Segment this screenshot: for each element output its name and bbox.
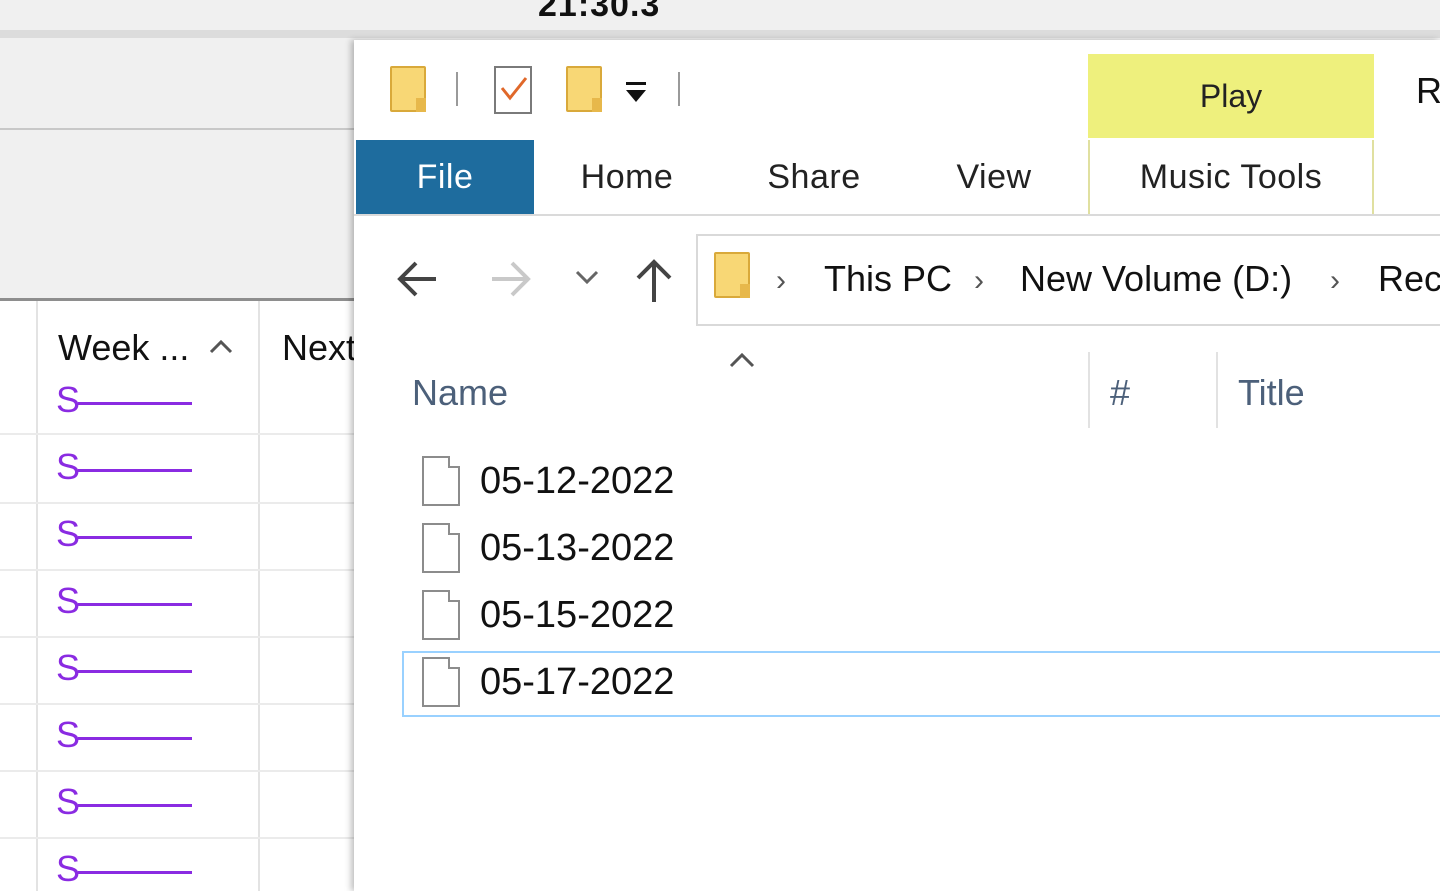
- tab-share[interactable]: Share: [734, 140, 894, 214]
- tab-home[interactable]: Home: [550, 140, 704, 214]
- row-s-glyph: S: [56, 848, 81, 889]
- file-icon: [422, 657, 460, 707]
- file-row[interactable]: 05-13-2022: [402, 517, 1440, 583]
- row-s-glyph: S: [56, 580, 81, 621]
- grid-row[interactable]: S: [0, 840, 354, 891]
- row-line: [78, 737, 192, 740]
- folder-icon[interactable]: [390, 66, 426, 112]
- top-strip: 21:30.3: [0, 0, 1440, 38]
- file-icon: [422, 590, 460, 640]
- file-icon: [422, 523, 460, 573]
- row-s-glyph: S: [56, 446, 81, 487]
- up-arrow-icon[interactable]: [632, 256, 676, 306]
- sort-ascending-icon: [729, 352, 755, 368]
- forward-arrow-icon[interactable]: [488, 256, 534, 302]
- row-s-glyph: S: [56, 714, 81, 755]
- tab-view[interactable]: View: [924, 140, 1064, 214]
- file-name[interactable]: 05-12-2022: [480, 460, 674, 503]
- column-header-next[interactable]: Next: [282, 327, 354, 369]
- file-explorer-window: Play R File Home Share View Music Tools …: [354, 40, 1440, 891]
- column-header-week[interactable]: Week ...: [58, 327, 189, 369]
- column-title[interactable]: Title: [1238, 372, 1305, 414]
- breadcrumb-rec[interactable]: Rec: [1378, 258, 1440, 300]
- file-icon: [422, 456, 460, 506]
- sort-caret-icon: [209, 339, 233, 354]
- row-line: [78, 536, 192, 539]
- background-toolbar: [0, 38, 354, 130]
- breadcrumb-this-pc[interactable]: This PC: [824, 258, 952, 300]
- grid-row[interactable]: S: [0, 706, 354, 772]
- grid-row[interactable]: S: [0, 505, 354, 571]
- play-contextual-tab[interactable]: Play: [1088, 54, 1374, 138]
- customize-toolbar-icon[interactable]: [624, 80, 648, 106]
- file-name[interactable]: 05-17-2022: [480, 661, 674, 704]
- folder-icon: [714, 252, 750, 298]
- row-s-glyph: S: [56, 513, 81, 554]
- new-folder-icon[interactable]: [566, 66, 602, 112]
- row-s-glyph: S: [56, 379, 81, 420]
- grid-row[interactable]: S: [0, 572, 354, 638]
- breadcrumb-chevron-icon[interactable]: ›: [1330, 264, 1340, 298]
- quick-access-toolbar: Play R: [354, 40, 1440, 140]
- row-line: [78, 603, 192, 606]
- ribbon-tabs: File Home Share View Music Tools: [354, 140, 1440, 216]
- column-name[interactable]: Name: [412, 372, 508, 414]
- properties-icon[interactable]: [494, 66, 532, 114]
- file-row[interactable]: 05-15-2022: [402, 584, 1440, 650]
- grid-row[interactable]: S: [0, 639, 354, 705]
- back-arrow-icon[interactable]: [394, 256, 440, 302]
- row-line: [78, 670, 192, 673]
- toolbar-separator: [678, 72, 680, 106]
- row-line: [78, 402, 192, 405]
- breadcrumb-chevron-icon[interactable]: ›: [974, 264, 984, 298]
- row-s-glyph: S: [56, 647, 81, 688]
- top-divider: [0, 30, 1440, 38]
- file-row[interactable]: 05-17-2022: [402, 651, 1440, 717]
- column-divider[interactable]: [1088, 352, 1090, 428]
- address-bar[interactable]: › This PC › New Volume (D:) › Rec: [696, 234, 1440, 326]
- background-grid: Week ... Next SSSSSSSS: [0, 301, 354, 891]
- row-line: [78, 469, 192, 472]
- row-line: [78, 804, 192, 807]
- chevron-down-icon[interactable]: [574, 268, 600, 288]
- grid-row[interactable]: S: [0, 371, 354, 435]
- background-panel: [0, 130, 354, 301]
- column-divider[interactable]: [1216, 352, 1218, 428]
- file-row[interactable]: 05-12-2022: [402, 450, 1440, 516]
- column-header-row: Name # Title: [354, 346, 1440, 432]
- row-line: [78, 871, 192, 874]
- toolbar-separator: [456, 72, 458, 106]
- tab-file[interactable]: File: [356, 140, 534, 214]
- column-number[interactable]: #: [1110, 372, 1130, 414]
- file-name[interactable]: 05-15-2022: [480, 594, 674, 637]
- breadcrumb-new-volume[interactable]: New Volume (D:): [1020, 258, 1292, 300]
- tab-music-tools[interactable]: Music Tools: [1088, 140, 1374, 214]
- grid-row[interactable]: S: [0, 773, 354, 839]
- row-s-glyph: S: [56, 781, 81, 822]
- clock-readout: 21:30.3: [538, 0, 661, 24]
- grid-row[interactable]: S: [0, 438, 354, 504]
- breadcrumb-chevron-icon[interactable]: ›: [776, 264, 786, 298]
- file-name[interactable]: 05-13-2022: [480, 527, 674, 570]
- ribbon-tab-cut[interactable]: R: [1416, 70, 1440, 112]
- navigation-bar: › This PC › New Volume (D:) › Rec: [354, 216, 1440, 336]
